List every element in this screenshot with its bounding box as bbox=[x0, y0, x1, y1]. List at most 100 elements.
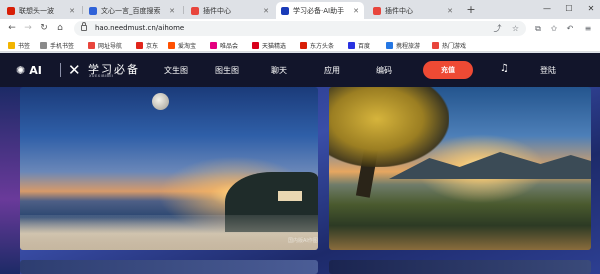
site-favicon-icon bbox=[136, 41, 143, 49]
gallery-image[interactable] bbox=[20, 260, 318, 274]
site-favicon-icon bbox=[386, 41, 393, 49]
site-favicon-icon bbox=[168, 41, 175, 49]
tab-divider bbox=[183, 6, 184, 14]
tab-plugin-center-2[interactable]: 插件中心 ✕ bbox=[368, 2, 458, 19]
site-favicon-icon bbox=[432, 41, 439, 49]
bookmark-item[interactable]: 手机书签 bbox=[40, 40, 74, 50]
tab-favicon-icon bbox=[373, 6, 381, 15]
close-icon[interactable]: ✕ bbox=[168, 7, 176, 15]
minimize-button[interactable]: — bbox=[540, 2, 554, 16]
bookmark-label: 京东 bbox=[146, 42, 159, 50]
address-bar[interactable]: hao.needmust.cn/aihome ⤴ ☆ bbox=[74, 21, 526, 36]
x-logo-icon: ✕ bbox=[68, 61, 81, 79]
site-logo[interactable]: ✺ AI bbox=[16, 62, 42, 78]
shore-graphic bbox=[20, 215, 318, 250]
bookmark-item[interactable]: 天猫精选 bbox=[252, 40, 286, 50]
bookmark-item[interactable]: 携程旅游 bbox=[386, 40, 420, 50]
gallery-image-tree-lake[interactable] bbox=[329, 87, 591, 250]
login-link[interactable]: 登陆 bbox=[540, 65, 556, 76]
tab-favicon-icon bbox=[281, 6, 289, 15]
bookmark-item[interactable]: 热门游戏 bbox=[432, 40, 466, 50]
bookmark-label: 书签 bbox=[18, 42, 31, 50]
bookmark-label: 手机书签 bbox=[50, 42, 75, 50]
site-favicon-icon bbox=[88, 41, 95, 49]
folder-icon bbox=[40, 41, 47, 49]
site-favicon-icon bbox=[252, 41, 259, 49]
house-graphic bbox=[278, 191, 302, 201]
side-decoration bbox=[0, 87, 20, 274]
extensions-icon[interactable]: ⧉ bbox=[532, 22, 544, 35]
tree-canopy-graphic bbox=[329, 87, 449, 167]
image-watermark: 国内版AI作图 bbox=[288, 238, 318, 244]
reload-icon[interactable]: ↻ bbox=[38, 22, 50, 35]
tab-title: 学习必备·AI助手 bbox=[293, 6, 345, 15]
tab-strip: 联想头一波 ✕ 文心一言_百度搜索 ✕ 插件中心 ✕ 学习必备·AI助手 ✕ 插… bbox=[0, 0, 600, 19]
new-tab-button[interactable]: + bbox=[464, 3, 478, 17]
tab-ai-assistant[interactable]: 学习必备·AI助手 ✕ bbox=[276, 2, 364, 19]
gallery-image[interactable] bbox=[329, 260, 591, 274]
bookmark-item[interactable]: 爱淘宝 bbox=[168, 40, 196, 50]
tab-title: 文心一言_百度搜索 bbox=[101, 6, 161, 15]
tab-lenovo[interactable]: 联想头一波 ✕ bbox=[2, 2, 80, 19]
close-icon[interactable]: ✕ bbox=[68, 7, 76, 15]
bookmark-label: 网址导航 bbox=[98, 42, 123, 50]
gallery-image-beach-sunset[interactable]: 国内版AI作图 bbox=[20, 87, 318, 250]
nav-coding[interactable]: 编码 bbox=[376, 65, 392, 76]
close-icon[interactable]: ✕ bbox=[262, 7, 270, 15]
brand-subtitle: XUEXIBIBEI bbox=[89, 74, 114, 78]
back-icon[interactable]: ← bbox=[6, 22, 18, 35]
tab-favicon-icon bbox=[89, 6, 97, 15]
menu-icon[interactable]: ≡ bbox=[582, 22, 594, 35]
nav-chat[interactable]: 聊天 bbox=[271, 65, 287, 76]
lock-icon[interactable] bbox=[81, 22, 87, 31]
bookmark-item[interactable]: 书签 bbox=[8, 40, 30, 50]
browser-toolbar: ← → ↻ ⌂ hao.needmust.cn/aihome ⤴ ☆ ⧉ ✩ ↶… bbox=[0, 19, 600, 38]
bookmark-item[interactable]: 网址导航 bbox=[88, 40, 122, 50]
maximize-button[interactable]: ☐ bbox=[562, 2, 576, 16]
nav-apps[interactable]: 应用 bbox=[324, 65, 340, 76]
bookmark-label: 爱淘宝 bbox=[178, 42, 197, 50]
bookmark-item[interactable]: 京东 bbox=[136, 40, 158, 50]
bookmark-label: 热门游戏 bbox=[442, 42, 467, 50]
tab-favicon-icon bbox=[7, 6, 15, 15]
close-window-button[interactable]: ✕ bbox=[584, 2, 598, 16]
headset-icon[interactable]: ♫ bbox=[500, 63, 509, 74]
tab-title: 插件中心 bbox=[203, 6, 231, 15]
logo-divider bbox=[60, 63, 61, 77]
forward-icon[interactable]: → bbox=[22, 22, 34, 35]
moon-graphic bbox=[152, 93, 169, 110]
gallery-area: 国内版AI作图 bbox=[0, 87, 600, 274]
tab-plugin-center[interactable]: 插件中心 ✕ bbox=[186, 2, 274, 19]
nav-text-to-image[interactable]: 文生图 bbox=[164, 65, 188, 76]
sun-icon: ✺ bbox=[16, 63, 26, 77]
site-header: ✺ AI ✕ 学习必备 XUEXIBIBEI 文生图 图生图 聊天 应用 编码 … bbox=[0, 53, 600, 87]
tab-wenxin-search[interactable]: 文心一言_百度搜索 ✕ bbox=[84, 2, 180, 19]
site-favicon-icon bbox=[348, 41, 355, 49]
undo-icon[interactable]: ↶ bbox=[564, 22, 576, 35]
home-icon[interactable]: ⌂ bbox=[54, 22, 66, 35]
bookmark-label: 东方头条 bbox=[310, 42, 335, 50]
tab-title: 联想头一波 bbox=[19, 6, 54, 15]
bookmark-label: 携程旅游 bbox=[396, 42, 421, 50]
site-favicon-icon bbox=[300, 41, 307, 49]
tab-divider bbox=[82, 6, 83, 14]
share-icon[interactable]: ⤴ bbox=[492, 23, 503, 34]
site-favicon-icon bbox=[210, 41, 217, 49]
tab-favicon-icon bbox=[191, 6, 199, 15]
logo-text: AI bbox=[29, 63, 42, 77]
star-icon bbox=[8, 41, 15, 49]
bookmark-star-icon[interactable]: ☆ bbox=[510, 23, 521, 34]
bookmark-label: 天猫精选 bbox=[262, 42, 287, 50]
bookmark-label: 百度 bbox=[358, 42, 371, 50]
recharge-button[interactable]: 充值 bbox=[423, 61, 473, 79]
bookmark-item[interactable]: 东方头条 bbox=[300, 40, 334, 50]
close-icon[interactable]: ✕ bbox=[352, 7, 360, 15]
nav-image-to-image[interactable]: 图生图 bbox=[215, 65, 239, 76]
bookmark-item[interactable]: 唯品会 bbox=[210, 40, 238, 50]
close-icon[interactable]: ✕ bbox=[446, 7, 454, 15]
url-text[interactable]: hao.needmust.cn/aihome bbox=[95, 24, 184, 32]
favorites-icon[interactable]: ✩ bbox=[548, 22, 560, 35]
bookmarks-bar: 书签 手机书签 网址导航 京东 爱淘宝 唯品会 天猫精选 东方头条 百度 携程旅… bbox=[0, 38, 600, 52]
bookmark-item[interactable]: 百度 bbox=[348, 40, 370, 50]
tab-title: 插件中心 bbox=[385, 6, 413, 15]
